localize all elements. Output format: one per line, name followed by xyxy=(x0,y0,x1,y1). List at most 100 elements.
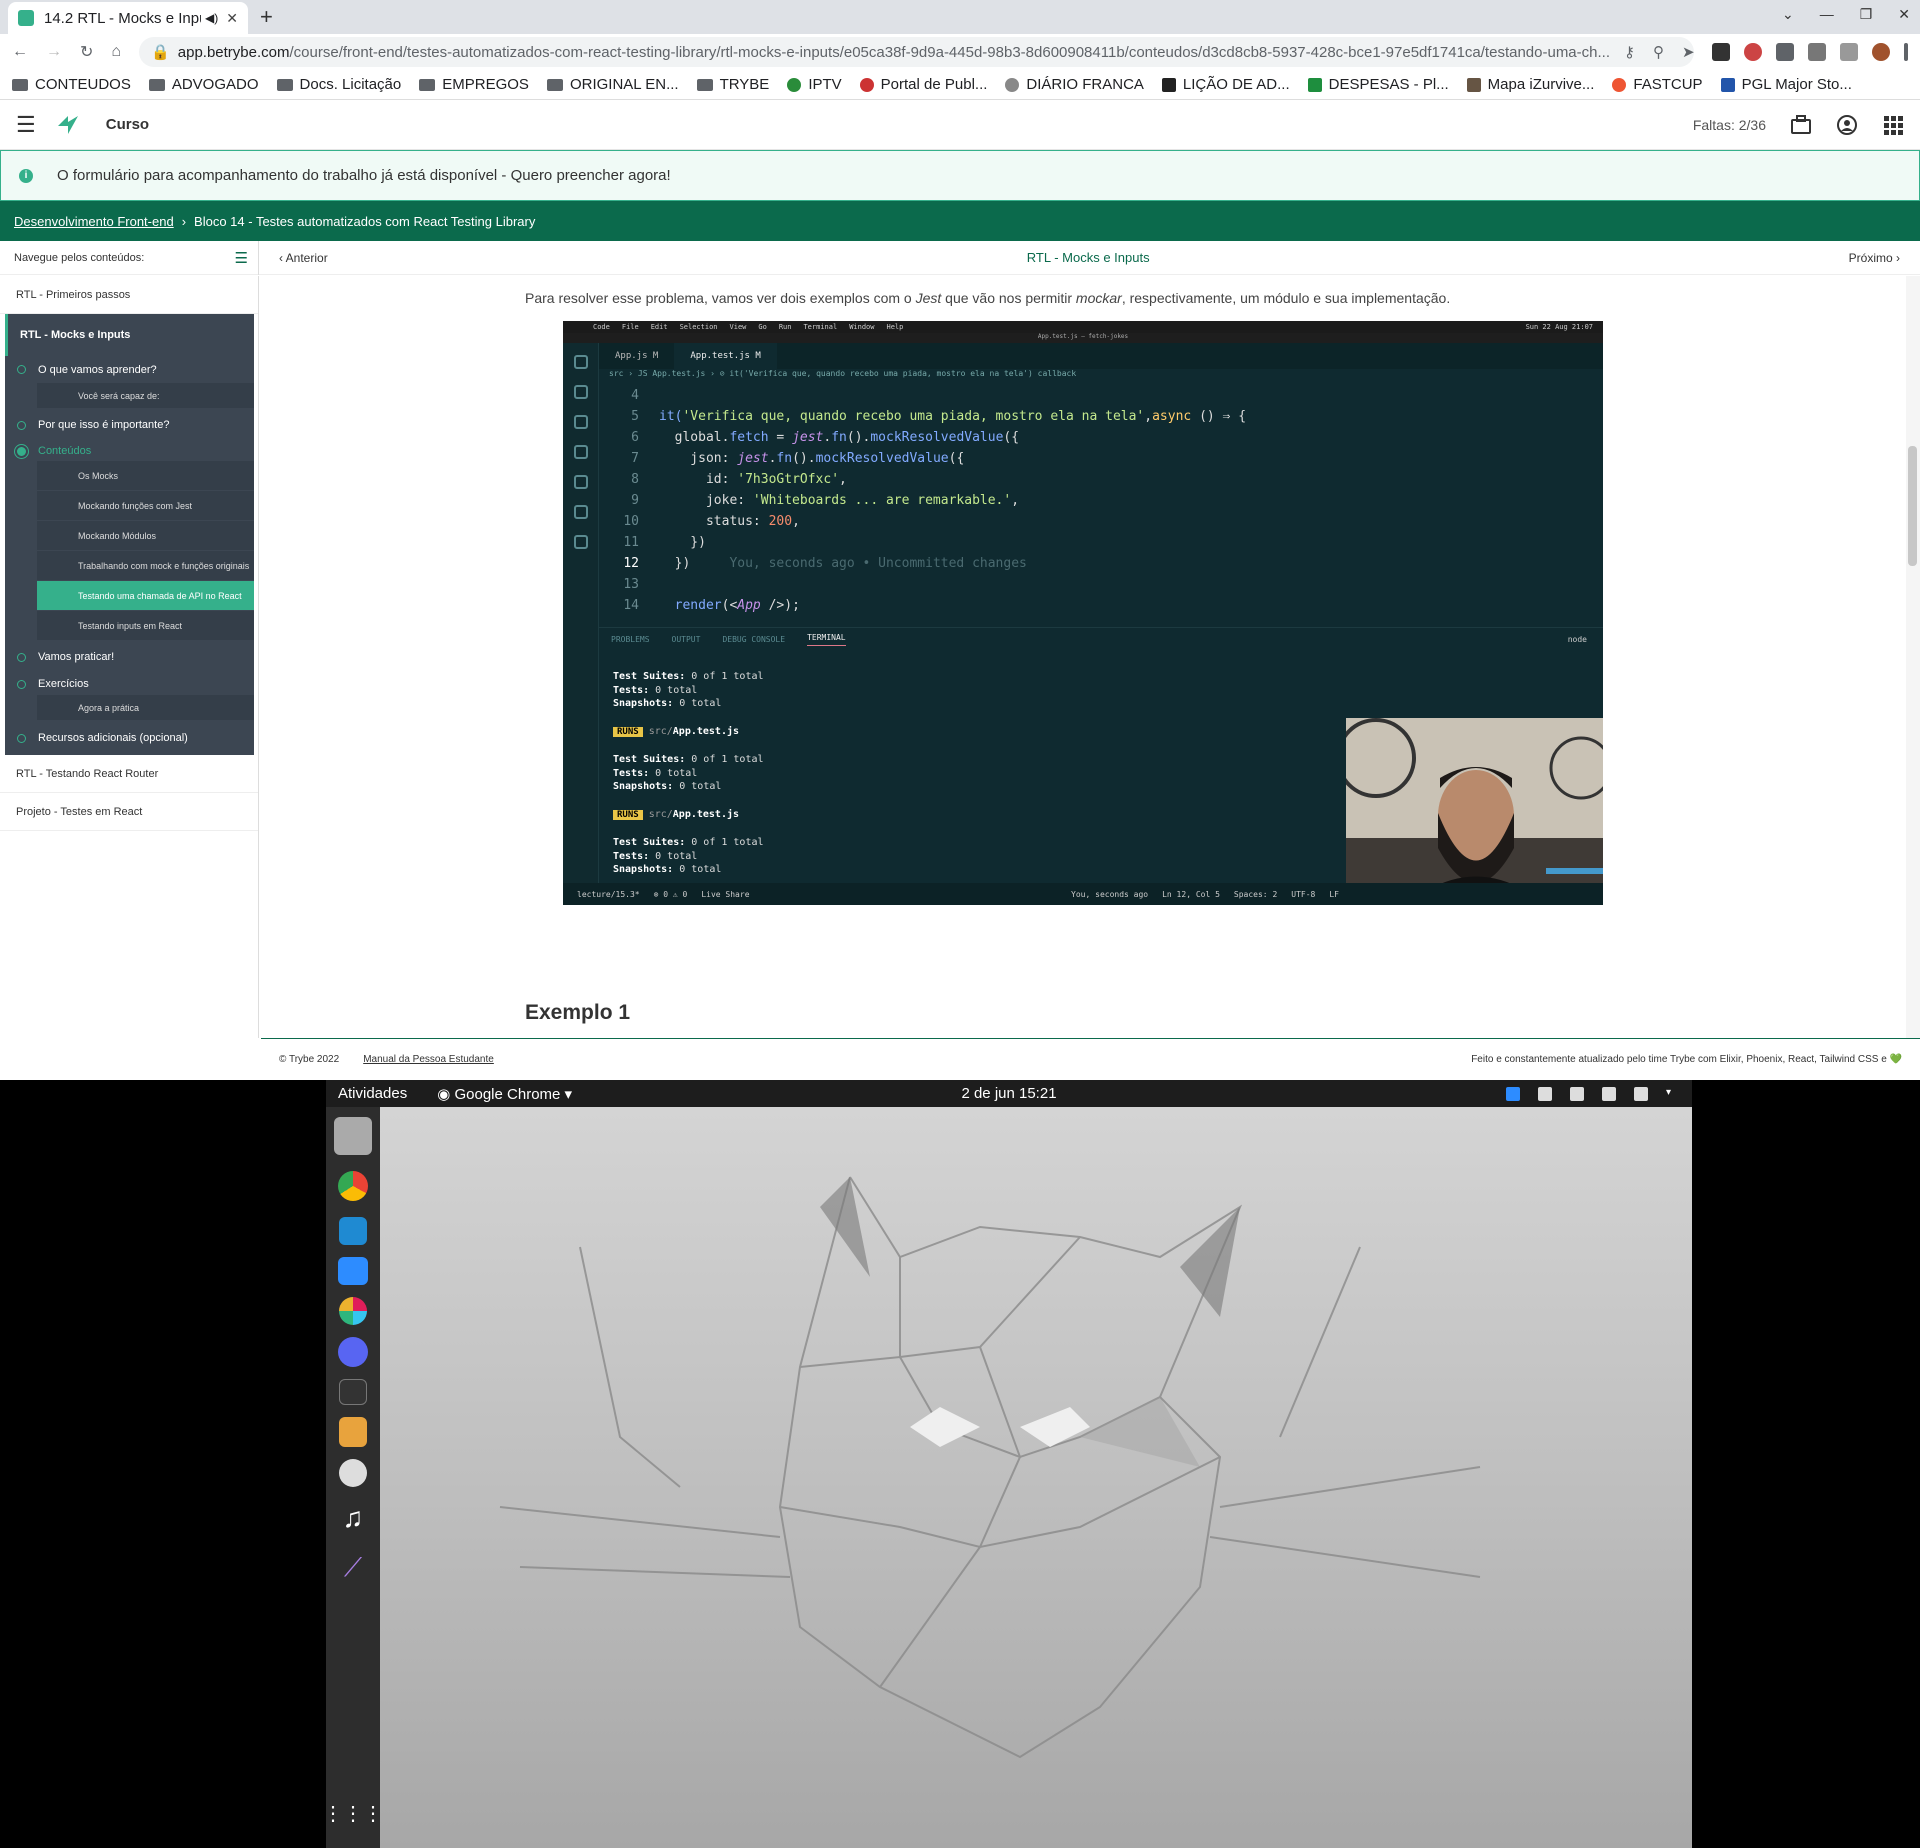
activities-button[interactable]: Atividades xyxy=(338,1085,407,1102)
chrome-icon[interactable] xyxy=(338,1171,368,1201)
extension-color-icon[interactable] xyxy=(1744,43,1762,61)
side-panel-icon[interactable] xyxy=(1840,43,1858,61)
menu-kebab-icon[interactable] xyxy=(1904,43,1908,61)
bookmark-item[interactable]: CONTEUDOS xyxy=(12,76,131,93)
user-icon[interactable] xyxy=(1836,114,1858,136)
sidebar-item-rtl-primeiros-passos[interactable]: RTL - Primeiros passos xyxy=(0,276,258,314)
zoom-icon[interactable]: ⚲ xyxy=(1653,43,1664,61)
line-number: 4 xyxy=(631,388,639,403)
wifi-icon[interactable] xyxy=(1570,1086,1584,1101)
address-bar[interactable]: 🔒 app.betrybe.com /course/front-end/test… xyxy=(139,37,1694,67)
minimize-button[interactable]: — xyxy=(1820,6,1834,23)
bookmark-item[interactable]: Docs. Licitação xyxy=(276,76,401,93)
discord-icon[interactable] xyxy=(338,1337,368,1367)
app-menu[interactable]: ◉ Google Chrome ▾ xyxy=(437,1085,572,1103)
browser-window: 14.2 RTL - Mocks e Inpu ◀) ✕ + ⌄ — ❐ ✕ ←… xyxy=(0,0,1920,1080)
manual-link[interactable]: Manual da Pessoa Estudante xyxy=(363,1054,494,1065)
sidebar-item-rtl-testando-react-router[interactable]: RTL - Testando React Router xyxy=(0,755,258,793)
menu-icon[interactable]: ☰ xyxy=(16,112,36,138)
close-tab-icon[interactable]: ✕ xyxy=(226,10,238,27)
sidebar-section[interactable]: O que vamos aprender? xyxy=(5,356,254,383)
sidebar-subitem[interactable]: Você será capaz de: xyxy=(37,383,254,409)
sidebar-section[interactable]: Exercícios xyxy=(5,673,254,695)
bookmark-item[interactable]: IPTV xyxy=(787,76,842,93)
bookmark-item[interactable]: ADVOGADO xyxy=(148,76,259,93)
send-icon[interactable]: ➤ xyxy=(1682,43,1694,61)
audio-icon[interactable]: ◀) xyxy=(205,11,218,25)
sidebar-subitem[interactable]: Mockando Módulos xyxy=(37,521,254,551)
active-module-title[interactable]: RTL - Mocks e Inputs xyxy=(5,314,254,356)
sidebar-subitem[interactable]: Trabalhando com mock e funções originais xyxy=(37,551,254,581)
music-icon[interactable]: ♫ xyxy=(334,1499,372,1537)
reload-icon[interactable]: ↻ xyxy=(80,42,93,62)
sidebar-item-projeto-testes[interactable]: Projeto - Testes em React xyxy=(0,793,258,831)
bookmark-item[interactable]: PGL Major Sto... xyxy=(1720,76,1852,93)
sidebar-section[interactable]: Recursos adicionais (opcional) xyxy=(5,721,254,755)
zoom-tray-icon[interactable] xyxy=(1506,1086,1520,1101)
clock[interactable]: 2 de jun 15:21 xyxy=(961,1085,1056,1102)
bookmark-item[interactable]: EMPREGOS xyxy=(419,76,529,93)
key-icon[interactable]: ⚷ xyxy=(1624,43,1635,61)
bookmark-item[interactable]: ORIGINAL EN... xyxy=(546,76,679,93)
home-icon[interactable]: ⌂ xyxy=(111,43,121,61)
sidebar-section-current[interactable]: Conteúdos xyxy=(5,441,254,461)
collapse-sidebar-icon[interactable]: ☰ xyxy=(235,249,248,267)
breadcrumb-link[interactable]: Desenvolvimento Front-end xyxy=(14,214,174,229)
next-button[interactable]: Próximo › xyxy=(1849,251,1900,265)
back-icon[interactable]: ← xyxy=(12,43,28,61)
lock-icon[interactable]: 🔒 xyxy=(151,43,170,61)
slack-tray-icon[interactable] xyxy=(1538,1086,1552,1101)
step-dot-icon xyxy=(17,420,26,430)
url-host: app.betrybe.com xyxy=(177,43,290,61)
bookmark-item[interactable]: DIÁRIO FRANCA xyxy=(1005,76,1144,93)
profile-avatar[interactable] xyxy=(1872,43,1890,61)
bookmark-item[interactable]: DESPESAS - Pl... xyxy=(1307,76,1449,93)
extensions-puzzle-icon[interactable] xyxy=(1776,43,1794,61)
page-scrollbar[interactable] xyxy=(1906,276,1920,1038)
show-apps-icon[interactable]: ⋮⋮⋮ xyxy=(323,1794,383,1832)
feather-app-icon[interactable]: ⟋ xyxy=(334,1549,372,1587)
bookmark-item[interactable]: Portal de Publ... xyxy=(859,76,987,93)
volume-icon[interactable] xyxy=(1602,1086,1616,1101)
software-center-icon[interactable] xyxy=(339,1459,367,1487)
bookmark-item[interactable]: FASTCUP xyxy=(1612,76,1703,93)
battery-icon[interactable] xyxy=(1634,1086,1648,1101)
terminal-icon[interactable] xyxy=(339,1379,367,1405)
prev-button[interactable]: ‹ Anterior xyxy=(279,251,328,265)
briefcase-icon[interactable] xyxy=(1790,114,1812,136)
sidebar-section[interactable]: Por que isso é importante? xyxy=(5,409,254,441)
slack-icon[interactable] xyxy=(339,1297,367,1325)
vscode-activity-bar xyxy=(563,343,599,883)
system-menu-icon[interactable]: ▾ xyxy=(1666,1087,1680,1101)
extension-g-icon[interactable] xyxy=(1712,43,1730,61)
reading-list-icon[interactable] xyxy=(1808,43,1826,61)
live-share-icon xyxy=(573,505,588,519)
forward-icon[interactable]: → xyxy=(46,43,62,61)
calculator-icon[interactable] xyxy=(339,1417,367,1447)
trybe-logo-icon[interactable] xyxy=(54,112,82,138)
notice-banner[interactable]: i O formulário para acompanhamento do tr… xyxy=(0,150,1920,201)
browser-tab[interactable]: 14.2 RTL - Mocks e Inpu ◀) ✕ xyxy=(8,2,248,34)
sidebar-subitem[interactable]: Testando inputs em React xyxy=(37,611,254,641)
sidebar-section[interactable]: Vamos praticar! xyxy=(5,641,254,673)
mac-menubar: Code File Edit Selection View Go Run Terminal Wi… xyxy=(563,321,1603,333)
debug-icon xyxy=(573,445,588,459)
lesson-video-player[interactable]: Code File Edit Selection View Go Run Terminal Wi… xyxy=(563,321,1603,905)
tab-strip: 14.2 RTL - Mocks e Inpu ◀) ✕ + ⌄ — ❐ ✕ xyxy=(0,0,1920,34)
sidebar-subitem[interactable]: Mockando funções com Jest xyxy=(37,491,254,521)
tab-search-icon[interactable]: ⌄ xyxy=(1782,6,1794,23)
bookmark-item[interactable]: TRYBE xyxy=(696,76,769,93)
files-icon[interactable] xyxy=(334,1117,372,1155)
apps-grid-icon[interactable] xyxy=(1882,114,1904,136)
new-tab-button[interactable]: + xyxy=(260,4,273,30)
sidebar-subitem-selected[interactable]: Testando uma chamada de API no React xyxy=(37,581,254,611)
close-window-button[interactable]: ✕ xyxy=(1898,6,1910,23)
sidebar-subitem[interactable]: Agora a prática xyxy=(37,695,254,721)
restore-button[interactable]: ❐ xyxy=(1860,6,1873,23)
zoom-icon[interactable] xyxy=(338,1257,368,1285)
scrollbar-thumb[interactable] xyxy=(1908,446,1917,566)
vscode-icon[interactable] xyxy=(339,1217,367,1245)
sidebar-subitem[interactable]: Os Mocks xyxy=(37,461,254,491)
bookmark-item[interactable]: LIÇÃO DE AD... xyxy=(1161,76,1290,93)
bookmark-item[interactable]: Mapa iZurvive... xyxy=(1466,76,1594,93)
